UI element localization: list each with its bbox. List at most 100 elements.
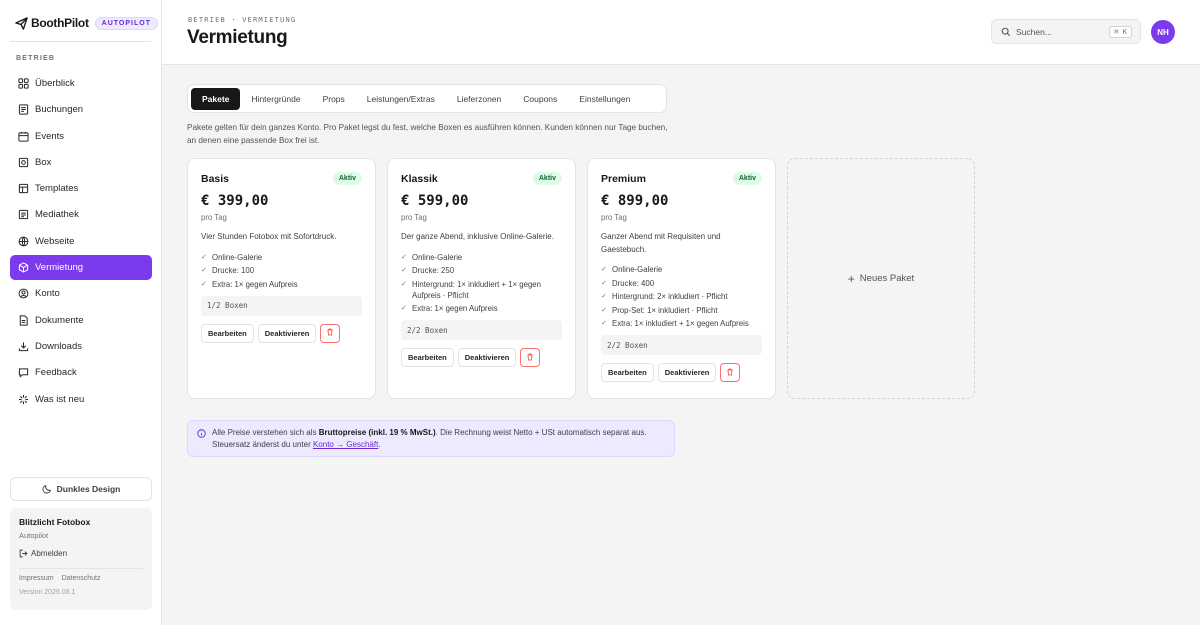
trash-icon [526, 353, 534, 363]
notice-text: . [378, 440, 381, 449]
package-price: € 899,00 [601, 193, 669, 209]
section-label: BETRIEB [16, 55, 56, 62]
feature-text: Hintergrund: 1× inkludiert + 1× gegen Au… [412, 279, 541, 300]
feature-item: ✓ Drucke: 250 [401, 265, 562, 276]
search-input[interactable]: Suchen... ⌘ K [991, 19, 1141, 44]
image-icon [18, 209, 29, 220]
info-icon [197, 429, 206, 438]
feature-text: Drucke: 100 [212, 266, 255, 276]
dark-mode-button[interactable]: Dunkles Design [10, 477, 152, 501]
sidebar-item-feedback[interactable]: Feedback [10, 360, 152, 385]
avatar[interactable]: NH [1151, 20, 1175, 44]
sidebar-item-dokumente[interactable]: Dokumente [10, 308, 152, 333]
page-header: BETRIEB · VERMIETUNG Vermietung Suchen..… [162, 0, 1200, 65]
deactivate-button[interactable]: Deaktivieren [257, 323, 317, 343]
message-icon [18, 367, 29, 378]
package-description: Vier Stunden Fotobox mit Sofortdruck. [201, 232, 337, 241]
page-title: Vermietung [187, 27, 288, 48]
sidebar-item-downloads[interactable]: Downloads [10, 334, 152, 359]
sidebar-item-label: Webseite [35, 235, 75, 247]
tab-pakete[interactable]: Pakete [191, 87, 241, 110]
deactivate-button[interactable]: Deaktivieren [457, 348, 517, 368]
breadcrumb: BETRIEB · VERMIETUNG [188, 16, 297, 24]
new-package-button[interactable]: + Neues Paket [787, 158, 975, 399]
sidebar-item-box[interactable]: Box [10, 150, 152, 175]
check-icon: ✓ [401, 253, 407, 261]
sidebar-item-label: Buchungen [35, 104, 84, 116]
sidebar-item-label: Feedback [35, 367, 77, 379]
feature-text: Extra: 1× gegen Aufpreis [412, 304, 498, 314]
feature-item: ✓ Online-Galerie [601, 264, 762, 275]
feature-item: ✓ Online-Galerie [401, 252, 562, 263]
feature-text: Drucke: 400 [612, 278, 655, 288]
deactivate-button[interactable]: Deaktivieren [657, 363, 717, 383]
logout-button[interactable]: Abmelden [19, 549, 143, 558]
tab-lieferzonen[interactable]: Lieferzonen [446, 88, 512, 110]
package-card-klassik: Klassik Aktiv € 599,00 pro Tag Der ganze… [387, 158, 576, 399]
feature-text: Extra: 1× inkludiert + 1× gegen Aufpreis [612, 319, 749, 329]
user-icon [18, 288, 29, 299]
dark-mode-label: Dunkles Design [56, 484, 121, 494]
sidebar-item-webseite[interactable]: Webseite [10, 229, 152, 254]
feature-item: ✓ Drucke: 400 [601, 278, 762, 289]
imprint-link[interactable]: Impressum [19, 575, 54, 582]
sidebar-item-label: Was ist neu [35, 393, 85, 405]
feature-list: ✓ Online-Galerie ✓ Drucke: 400 ✓ Hintergrun… [601, 264, 762, 329]
feature-text: Online-Galerie [212, 252, 263, 262]
check-icon: ✓ [601, 320, 607, 328]
tab-props[interactable]: Props [312, 88, 356, 110]
feature-item: ✓ Prop-Set: 1× inkludiert · Pflicht [601, 305, 762, 316]
package-name: Premium [601, 172, 646, 185]
check-icon: ✓ [401, 305, 407, 313]
logout-icon [19, 549, 28, 558]
feature-text: Online-Galerie [612, 265, 663, 274]
delete-button[interactable] [720, 363, 741, 383]
new-package-label: Neues Paket [859, 273, 915, 284]
package-card-premium: Premium Aktiv € 899,00 pro Tag Ganzer Ab… [587, 158, 776, 399]
brand-name: BoothPilot [31, 16, 89, 30]
sidebar-item-mediathek[interactable]: Mediathek [10, 202, 152, 227]
sidebar-item-events[interactable]: Events [10, 124, 152, 149]
price-unit: pro Tag [601, 213, 627, 222]
delete-button[interactable] [320, 323, 341, 343]
box-icon [18, 157, 29, 168]
search-placeholder: Suchen... [1016, 26, 1052, 37]
sidebar-item-label: Vermietung [35, 262, 84, 274]
sparkle-icon [18, 394, 29, 405]
tab-hintergruende[interactable]: Hintergründe [240, 88, 311, 110]
feature-text: Drucke: 250 [412, 266, 455, 276]
tab-bar: Pakete Hintergründe Props Leistungen/Ext… [187, 84, 667, 113]
account-panel: Blitzlicht Fotobox Autopilot Abmelden Im… [10, 508, 152, 610]
delete-button[interactable] [520, 348, 541, 368]
globe-icon [18, 236, 29, 247]
edit-button[interactable]: Bearbeiten [401, 348, 454, 368]
package-description: Ganzer Abend mit Requisiten und Gaestebu… [601, 232, 721, 254]
intro-text: Pakete gelten für dein ganzes Konto. Pro… [187, 123, 668, 145]
sidebar-item-buchungen[interactable]: Buchungen [10, 97, 152, 122]
notice-text: Alle Preise verstehen sich als [212, 428, 319, 437]
feature-list: ✓ Online-Galerie ✓ Drucke: 250 ✓ Hintergrun… [401, 252, 562, 315]
tab-einstellungen[interactable]: Einstellungen [568, 88, 641, 110]
check-icon: ✓ [601, 306, 607, 314]
account-business-link[interactable]: Konto → Geschäft [313, 440, 378, 449]
tab-leistungen-extras[interactable]: Leistungen/Extras [356, 88, 446, 110]
package-description: Der ganze Abend, inklusive Online-Galeri… [401, 232, 554, 241]
calendar-icon [18, 131, 29, 142]
box-count: 1/2 Boxen [201, 295, 362, 316]
check-icon: ✓ [601, 279, 607, 287]
sidebar-item-label: Events [35, 130, 65, 142]
tab-coupons[interactable]: Coupons [512, 88, 568, 110]
sidebar-item-vermietung[interactable]: Vermietung [10, 255, 152, 281]
sidebar-item-ueberblick[interactable]: Überblick [10, 71, 152, 96]
sidebar-item-templates[interactable]: Templates [10, 176, 152, 201]
edit-button[interactable]: Bearbeiten [601, 363, 654, 383]
edit-button[interactable]: Bearbeiten [201, 323, 254, 343]
sidebar-item-was-ist-neu[interactable]: Was ist neu [10, 387, 152, 412]
feature-text: Extra: 1× gegen Aufpreis [212, 279, 298, 289]
brand[interactable]: BoothPilot AUTOPILOT [14, 13, 158, 33]
status-badge: Aktiv [532, 172, 562, 185]
privacy-link[interactable]: Datenschutz [62, 575, 101, 582]
sidebar-item-konto[interactable]: Konto [10, 281, 152, 306]
check-icon: ✓ [401, 280, 407, 288]
account-plan: Autopilot [19, 531, 49, 540]
